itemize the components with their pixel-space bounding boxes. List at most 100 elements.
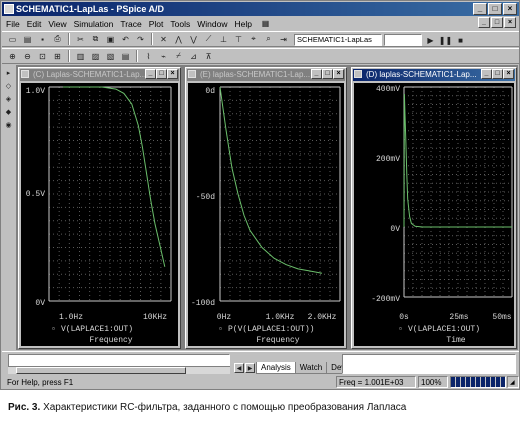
resize-grip-icon[interactable]: ◢ xyxy=(507,376,519,388)
marker-voltage-icon[interactable]: ◇ xyxy=(3,80,14,91)
undo-icon[interactable]: ↶ xyxy=(119,33,132,45)
status-freq: Freq = 1.001E+03 xyxy=(336,376,416,388)
menu-file[interactable]: File xyxy=(6,19,20,29)
profile-dropdown-field[interactable] xyxy=(384,34,422,46)
mark-label-icon[interactable]: ⊿ xyxy=(187,50,200,62)
cursor-peak-icon[interactable]: ⋀ xyxy=(172,33,185,45)
tab-analysis[interactable]: Analysis xyxy=(256,362,296,374)
menu-help[interactable]: Help xyxy=(234,19,251,29)
marker-power-icon[interactable]: ◆ xyxy=(3,106,14,117)
horizontal-scrollbar[interactable] xyxy=(8,366,230,374)
marker-current-icon[interactable]: ◈ xyxy=(3,93,14,104)
plot-window-icon xyxy=(21,70,29,78)
plot-area[interactable]: 0d -50d -100d 0Hz 1.0KHz 2.0KHz ▫ P(V(LA… xyxy=(188,83,344,346)
legend-marker: ▫ xyxy=(51,325,56,334)
mdi-close-button[interactable]: × xyxy=(504,17,516,28)
x-tick-label: 25ms xyxy=(449,313,468,322)
menu-simulation[interactable]: Simulation xyxy=(74,19,114,29)
legend-marker: ▫ xyxy=(218,325,223,334)
pause-icon[interactable]: ❚❚ xyxy=(439,34,452,46)
mdi-minimize-button[interactable]: _ xyxy=(478,17,490,28)
plot-maximize-button[interactable]: □ xyxy=(492,69,503,79)
x-tick-label: 1.0KHz xyxy=(266,313,295,322)
plot-maximize-button[interactable]: □ xyxy=(156,69,167,79)
toggle-cursor-icon[interactable]: ⌿ xyxy=(172,50,185,62)
x-tick-label: 0s xyxy=(399,313,409,322)
x-axis-label: Frequency xyxy=(256,336,299,345)
plot-window-transient[interactable]: (D) laplas-SCHEMATIC1-Lap... _ □ × 400mV… xyxy=(351,67,517,349)
plot-window-phase[interactable]: (E) laplas-SCHEMATIC1-Lap... _ □ × 0d -5… xyxy=(185,67,347,349)
mark-data-icon[interactable]: ✕ xyxy=(157,33,170,45)
x-tick-label: 50ms xyxy=(492,313,511,322)
cursor-search-icon[interactable]: ⌕ xyxy=(262,33,275,45)
menu-edit[interactable]: Edit xyxy=(27,19,42,29)
plot-area[interactable]: 400mV 200mV 0V -200mV 0s 25ms 50ms ▫ V(L… xyxy=(354,83,514,346)
log-x-icon[interactable]: ▥ xyxy=(74,50,87,62)
plot-toolbar: ⊕ ⊖ ⊡ ⊞ ▥ ▨ ▧ ▤ ⌇ ⌁ ⌿ ⊿ ⊼ xyxy=(2,48,519,64)
menu-trace[interactable]: Trace xyxy=(120,19,141,29)
menu-window[interactable]: Window xyxy=(197,19,227,29)
main-toolbar: ▭ ▤ ▪ ⎙ ✂ ⧉ ▣ ↶ ↷ ✕ ⋀ ⋁ ⟋ ⊥ ⊤ ⌖ ⌕ ⇥ ⌗ SC… xyxy=(2,31,519,47)
tab-prev-icon[interactable]: ◀ xyxy=(234,363,244,373)
minimize-button[interactable]: _ xyxy=(473,3,487,15)
mdi-restore-button[interactable]: □ xyxy=(491,17,503,28)
cursor-trough-icon[interactable]: ⋁ xyxy=(187,33,200,45)
plot-maximize-button[interactable]: □ xyxy=(322,69,333,79)
cursor-point-icon[interactable]: ⌖ xyxy=(247,33,260,45)
cursor-next-icon[interactable]: ⇥ xyxy=(277,33,290,45)
scrollbar-thumb[interactable] xyxy=(16,367,186,374)
cursor-slope-icon[interactable]: ⟋ xyxy=(202,33,215,45)
text-label-icon[interactable]: ⊼ xyxy=(202,50,215,62)
y-tick-label: 0V xyxy=(390,225,400,234)
zoom-out-icon[interactable]: ⊖ xyxy=(21,50,34,62)
copy-icon[interactable]: ⧉ xyxy=(89,33,102,45)
close-button[interactable]: × xyxy=(503,3,517,15)
pspice-window: SCHEMATIC1-LapLas - PSpice A/D _ □ × Fil… xyxy=(0,0,520,390)
tab-watch[interactable]: Watch xyxy=(294,362,328,374)
title-bar[interactable]: SCHEMATIC1-LapLas - PSpice A/D _ □ × xyxy=(2,2,519,16)
open-folder-icon[interactable]: ▤ xyxy=(21,33,34,45)
cursor-max-icon[interactable]: ⊤ xyxy=(232,33,245,45)
zoom-fit-icon[interactable]: ⊞ xyxy=(51,50,64,62)
zoom-area-icon[interactable]: ⊡ xyxy=(36,50,49,62)
stop-icon[interactable]: ■ xyxy=(454,34,467,46)
menu-view[interactable]: View xyxy=(48,19,66,29)
simulation-status-window[interactable] xyxy=(342,354,516,374)
x-axis-label: Frequency xyxy=(89,336,132,345)
menu-tools[interactable]: Tools xyxy=(170,19,190,29)
cut-icon[interactable]: ✂ xyxy=(74,33,87,45)
simulation-profile-select[interactable]: SCHEMATIC1-LapLas xyxy=(294,34,382,46)
plot-minimize-button[interactable]: _ xyxy=(481,69,492,79)
paste-icon[interactable]: ▣ xyxy=(104,33,117,45)
redo-icon[interactable]: ↷ xyxy=(134,33,147,45)
bias-display-icon[interactable]: ◉ xyxy=(3,119,14,130)
pointer-icon[interactable]: ▸ xyxy=(3,67,14,78)
plot-minimize-button[interactable]: _ xyxy=(311,69,322,79)
y-tick-label: 200mV xyxy=(376,155,400,164)
print-icon[interactable]: ⎙ xyxy=(51,33,64,45)
menu-plot[interactable]: Plot xyxy=(149,19,164,29)
phase-chart: 0d -50d -100d 0Hz 1.0KHz 2.0KHz ▫ P(V(LA… xyxy=(191,86,341,345)
plot-area[interactable]: 1.0V 0.5V 0V 1.0Hz 10KHz ▫ V(LAPLACE1:OU… xyxy=(21,83,178,346)
plot-window-magnitude[interactable]: (C) Laplas-SCHEMATIC1-Lap... _ □ × 1.0V … xyxy=(18,67,181,349)
window-title: SCHEMATIC1-LapLas - PSpice A/D xyxy=(16,4,165,14)
plot-close-button[interactable]: × xyxy=(167,69,178,79)
maximize-button[interactable]: □ xyxy=(488,3,502,15)
cursor-min-icon[interactable]: ⊥ xyxy=(217,33,230,45)
plot-close-button[interactable]: × xyxy=(333,69,344,79)
context-help-icon[interactable]: ▦ xyxy=(259,18,272,30)
add-trace-icon[interactable]: ⌇ xyxy=(142,50,155,62)
plot-window-icon xyxy=(354,70,362,78)
fourier-icon[interactable]: ▨ xyxy=(89,50,102,62)
plot-close-button[interactable]: × xyxy=(503,69,514,79)
tab-next-icon[interactable]: ▶ xyxy=(245,363,255,373)
run-icon[interactable]: ▶ xyxy=(424,34,437,46)
log-y-icon[interactable]: ▤ xyxy=(119,50,132,62)
performance-icon[interactable]: ▧ xyxy=(104,50,117,62)
eval-goal-icon[interactable]: ⌁ xyxy=(157,50,170,62)
x-tick-label: 0Hz xyxy=(217,313,232,322)
new-file-icon[interactable]: ▭ xyxy=(6,33,19,45)
zoom-in-icon[interactable]: ⊕ xyxy=(6,50,19,62)
plot-minimize-button[interactable]: _ xyxy=(145,69,156,79)
save-icon[interactable]: ▪ xyxy=(36,33,49,45)
